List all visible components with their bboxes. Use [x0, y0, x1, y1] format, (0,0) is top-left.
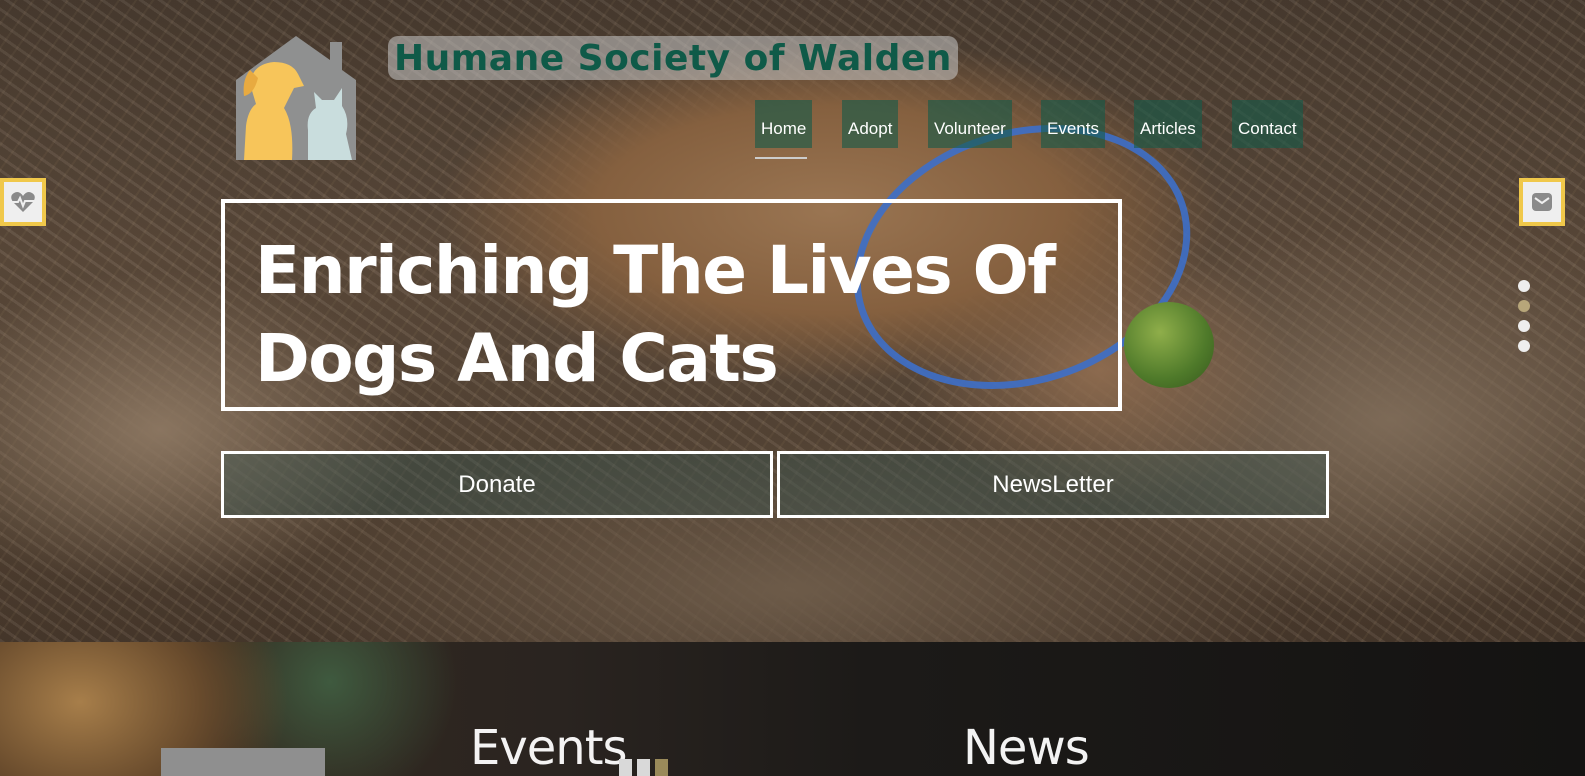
slider-dot-4[interactable]	[1518, 340, 1530, 352]
envelope-icon	[1532, 193, 1552, 211]
heartbeat-icon	[11, 192, 35, 212]
events-heading: Events	[470, 720, 628, 776]
nav-contact[interactable]: Contact	[1232, 100, 1303, 148]
slider-dot-3[interactable]	[1518, 320, 1530, 332]
events-decor-square-3	[655, 759, 668, 776]
tennis-ball-decoration	[1124, 302, 1214, 388]
nav-articles[interactable]: Articles	[1134, 100, 1202, 148]
events-decor-square-1	[619, 759, 632, 776]
nav-volunteer[interactable]: Volunteer	[928, 100, 1012, 148]
nav-active-indicator	[755, 157, 807, 159]
hero-headline: Enriching The Lives Of Dogs And Cats	[255, 232, 1056, 397]
site-logo[interactable]	[234, 34, 358, 162]
nav-events[interactable]: Events	[1041, 100, 1105, 148]
right-side-button[interactable]	[1519, 178, 1565, 226]
nav-home[interactable]: Home	[755, 100, 813, 148]
news-heading: News	[963, 720, 1090, 776]
donate-button[interactable]: Donate	[221, 451, 773, 518]
hero-section: Humane Society of Walden Home Adopt Volu…	[0, 0, 1585, 642]
placeholder-block	[161, 748, 325, 776]
events-decor-square-2	[637, 759, 650, 776]
slider-dot-2[interactable]	[1518, 300, 1530, 312]
slider-dot-1[interactable]	[1518, 280, 1530, 292]
dog-cat-house-logo-icon	[236, 36, 356, 160]
newsletter-button[interactable]: NewsLetter	[777, 451, 1329, 518]
left-side-button[interactable]	[0, 178, 46, 226]
nav-adopt[interactable]: Adopt	[842, 100, 899, 148]
site-title[interactable]: Humane Society of Walden	[388, 36, 958, 80]
hero-headline-box: Enriching The Lives Of Dogs And Cats	[221, 199, 1122, 411]
events-news-section: Events News	[0, 642, 1585, 776]
